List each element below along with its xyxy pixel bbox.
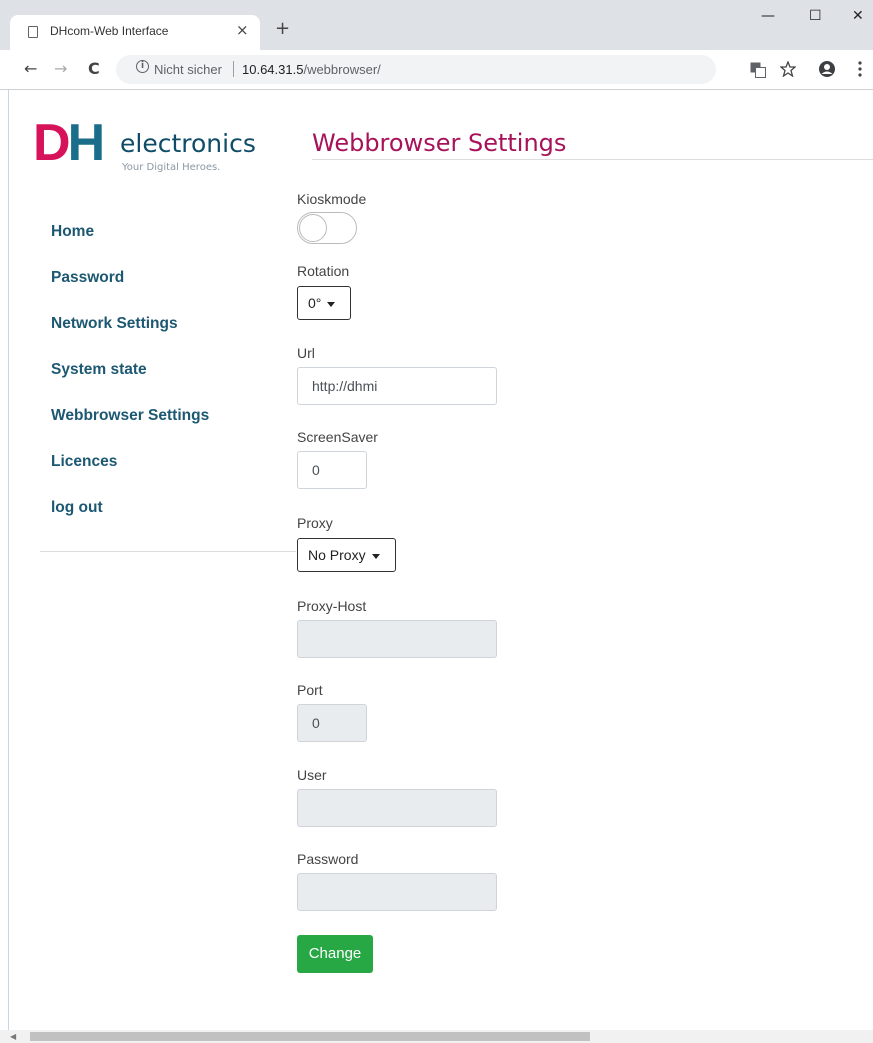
tab-title: DHcom-Web Interface xyxy=(50,24,169,38)
change-button[interactable]: Change xyxy=(297,935,373,973)
nav-item-log-out[interactable]: log out xyxy=(51,498,209,544)
translate-icon[interactable] xyxy=(750,62,766,78)
kioskmode-toggle[interactable] xyxy=(297,212,357,244)
nav-item-network-settings[interactable]: Network Settings xyxy=(51,314,209,360)
proxy-dropdown[interactable]: No Proxy xyxy=(297,538,396,572)
nav-item-home[interactable]: Home xyxy=(51,222,209,268)
toggle-knob xyxy=(299,214,327,242)
forward-icon[interactable]: → xyxy=(54,59,67,78)
port-input[interactable]: 0 xyxy=(297,704,367,742)
maximize-button[interactable]: ☐ xyxy=(809,8,822,24)
url-text[interactable]: 10.64.31.5/webbrowser/ xyxy=(242,62,381,77)
proxy-value: No Proxy xyxy=(308,547,366,563)
horizontal-scrollbar[interactable]: ◀ xyxy=(0,1030,873,1043)
reload-icon[interactable]: C xyxy=(88,59,100,78)
logo-mark-h: H xyxy=(67,114,106,172)
password-label: Password xyxy=(297,851,359,867)
sidebar-nav: Home Password Network Settings System st… xyxy=(51,222,209,544)
menu-icon[interactable] xyxy=(858,61,862,77)
logo-name: electronics xyxy=(120,129,256,158)
user-label: User xyxy=(297,767,327,783)
url-input[interactable]: http://dhmi xyxy=(297,367,497,405)
nav-item-licences[interactable]: Licences xyxy=(51,452,209,498)
url-path: /webbrowser/ xyxy=(303,62,381,77)
chevron-down-icon xyxy=(371,553,380,559)
address-bar: ← → C i Nicht sicher 10.64.31.5/webbrows… xyxy=(0,50,873,90)
omnibox[interactable]: i Nicht sicher 10.64.31.5/webbrowser/ xyxy=(116,55,716,84)
page-left-border xyxy=(8,90,9,1043)
new-tab-button[interactable]: + xyxy=(275,20,290,38)
nav-item-password[interactable]: Password xyxy=(51,268,209,314)
page-title: Webbrowser Settings xyxy=(312,129,567,157)
screensaver-input[interactable]: 0 xyxy=(297,451,367,489)
rotation-label: Rotation xyxy=(297,263,350,279)
account-icon[interactable] xyxy=(818,60,836,78)
logo-mark-d: D xyxy=(33,114,71,172)
tab-close-icon[interactable]: × xyxy=(236,21,249,39)
title-underline xyxy=(312,159,873,160)
nav-item-system-state[interactable]: System state xyxy=(51,360,209,406)
window-close-button[interactable]: ✕ xyxy=(852,8,864,24)
logo-tagline: Your Digital Heroes. xyxy=(122,162,221,173)
password-input[interactable] xyxy=(297,873,497,911)
back-icon[interactable]: ← xyxy=(24,59,37,78)
minimize-button[interactable]: — xyxy=(761,8,775,24)
info-icon[interactable]: i xyxy=(136,60,149,73)
proxy-label: Proxy xyxy=(297,515,333,531)
screensaver-label: ScreenSaver xyxy=(297,429,378,445)
star-icon[interactable] xyxy=(780,61,796,77)
scroll-left-icon[interactable]: ◀ xyxy=(10,1032,16,1041)
proxy-host-input[interactable] xyxy=(297,620,497,658)
security-label[interactable]: Nicht sicher xyxy=(154,62,222,77)
user-input[interactable] xyxy=(297,789,497,827)
scrollbar-thumb[interactable] xyxy=(30,1032,590,1041)
proxy-host-label: Proxy-Host xyxy=(297,598,367,614)
rotation-dropdown[interactable]: 0° xyxy=(297,286,351,320)
tab-strip: DHcom-Web Interface × + — ☐ ✕ xyxy=(0,0,873,50)
browser-tab[interactable]: DHcom-Web Interface × xyxy=(10,15,260,50)
rotation-value: 0° xyxy=(308,295,322,311)
kioskmode-label: Kioskmode xyxy=(297,191,367,207)
sidebar-divider xyxy=(40,551,296,552)
page-icon xyxy=(28,26,38,38)
url-label: Url xyxy=(297,345,315,361)
omnibox-separator xyxy=(233,61,234,77)
nav-item-webbrowser-settings[interactable]: Webbrowser Settings xyxy=(51,406,209,452)
url-host: 10.64.31.5 xyxy=(242,62,304,77)
chevron-down-icon xyxy=(327,301,336,307)
logo-mark: DH xyxy=(33,114,106,172)
port-label: Port xyxy=(297,682,323,698)
